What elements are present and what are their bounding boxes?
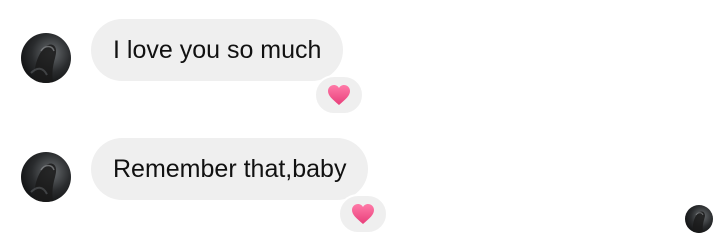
message-text: I love you so much bbox=[113, 36, 322, 64]
message-row: I love you so much bbox=[0, 19, 720, 119]
seen-indicator-avatar bbox=[685, 205, 713, 233]
heart-emoji-icon bbox=[352, 204, 374, 224]
reaction-badge[interactable] bbox=[338, 194, 388, 234]
chat-thread: I love you so much Remember that,baby bbox=[0, 0, 720, 247]
sender-avatar[interactable] bbox=[21, 33, 71, 83]
heart-emoji-icon bbox=[328, 85, 350, 105]
message-text: Remember that,baby bbox=[113, 155, 347, 183]
sender-avatar[interactable] bbox=[21, 152, 71, 202]
message-bubble[interactable]: I love you so much bbox=[91, 19, 344, 81]
message-row: Remember that,baby bbox=[0, 138, 720, 238]
message-bubble[interactable]: Remember that,baby bbox=[91, 138, 369, 200]
reaction-badge[interactable] bbox=[314, 75, 364, 115]
